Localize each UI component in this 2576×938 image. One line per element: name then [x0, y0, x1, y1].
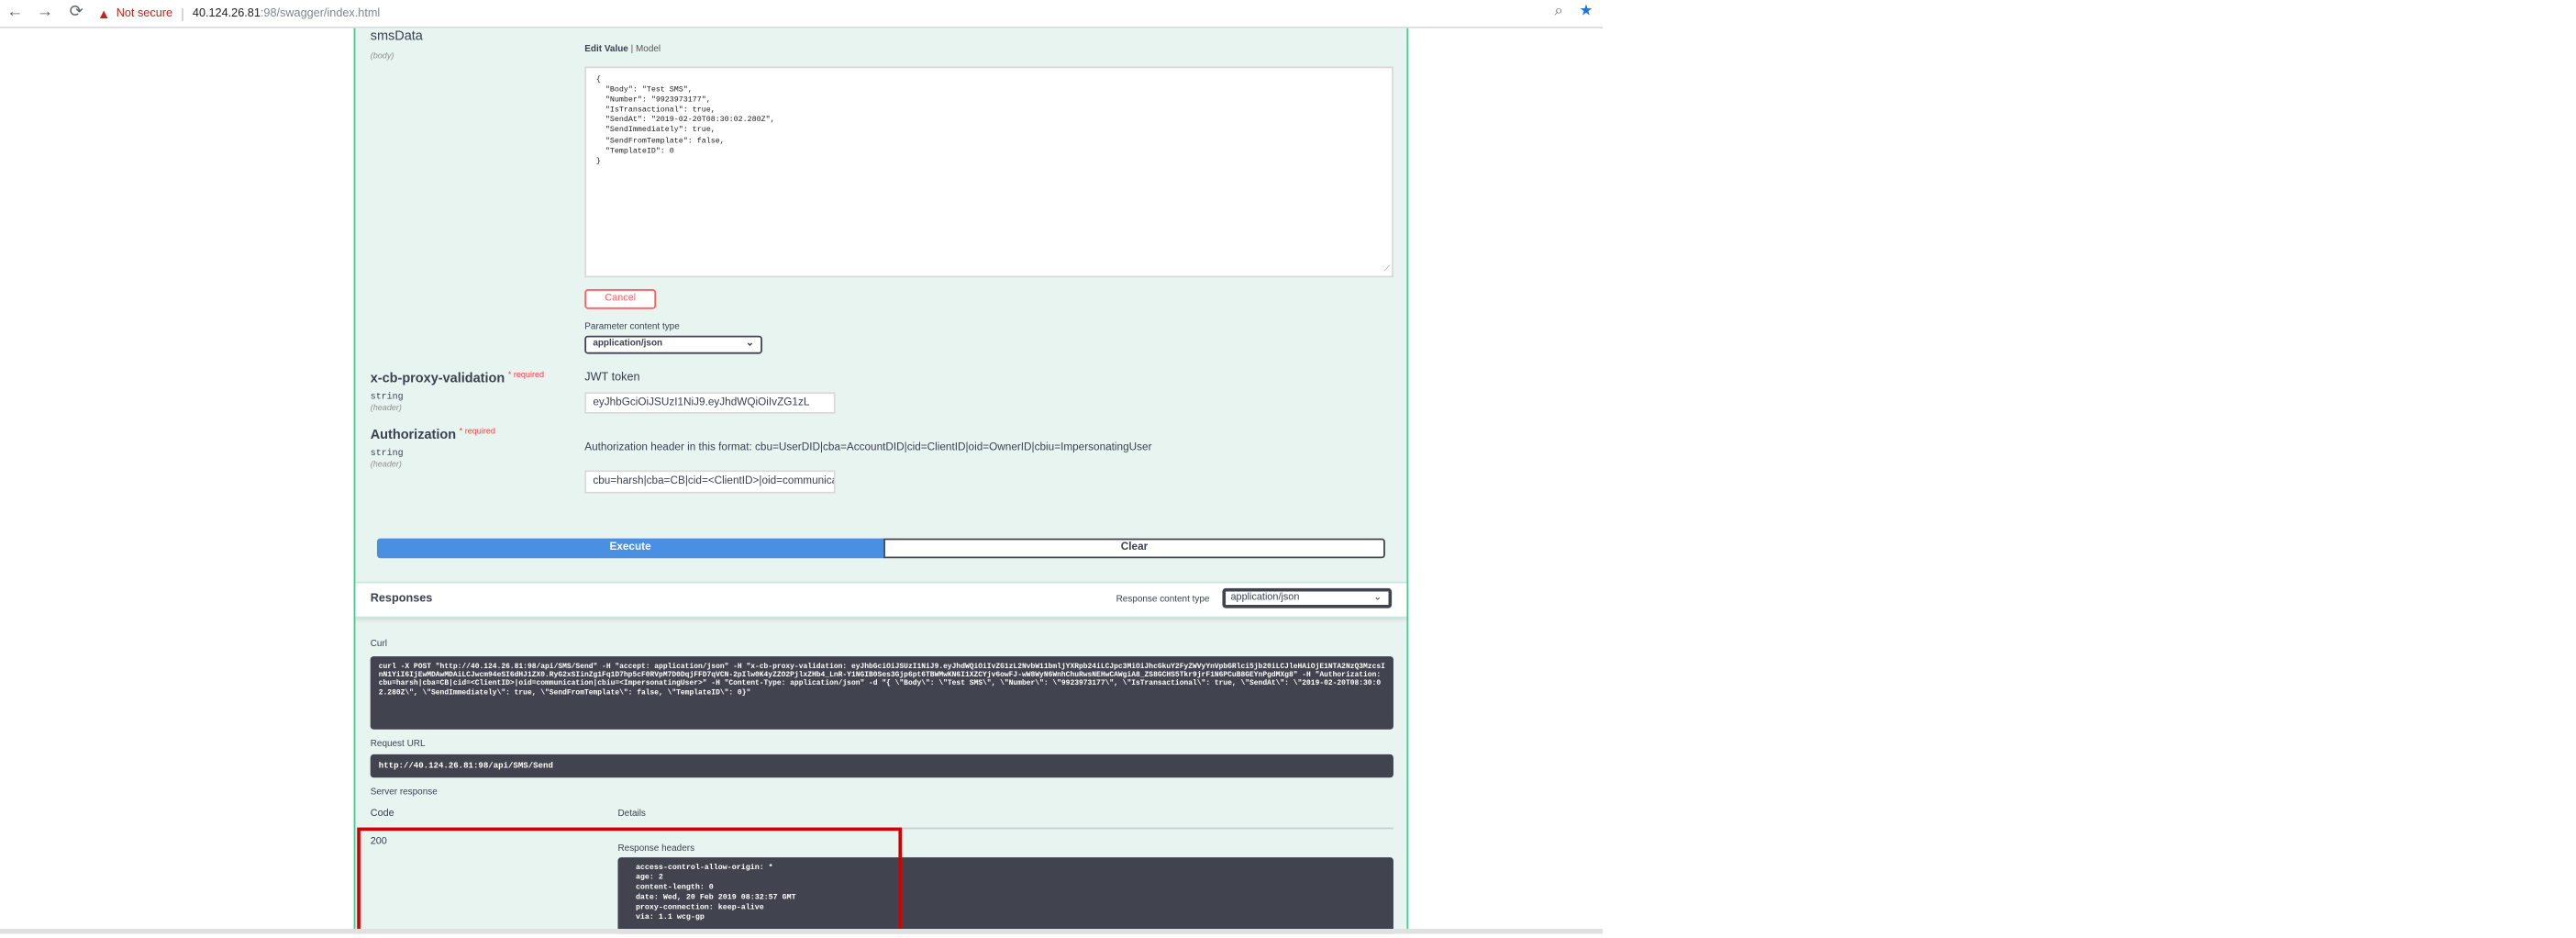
param-content-type-label: Parameter content type [584, 322, 680, 333]
curl-command-block[interactable]: curl -X POST "http://40.124.26.81:98/api… [370, 656, 1393, 730]
address-separator: | [181, 6, 184, 22]
not-secure-label[interactable]: Not secure [117, 8, 172, 20]
param-content-type-value: application/json [593, 339, 663, 350]
resize-handle-icon[interactable]: ⟋ [1384, 264, 1390, 274]
body-line: "Number": "9923973177", [595, 96, 711, 106]
param-content-type-select[interactable]: application/json ⌄ [584, 335, 762, 354]
body-line: "SendImmediately": true, [595, 127, 716, 136]
clear-button[interactable]: Clear [883, 538, 1385, 559]
edit-value-tab[interactable]: Edit Value [584, 45, 628, 55]
execute-button[interactable]: Execute [376, 538, 884, 559]
chevron-down-icon: ⌄ [745, 339, 754, 350]
request-body-textarea[interactable]: { "Body": "Test SMS", "Number": "9923973… [584, 66, 1393, 278]
response-content-type-select[interactable]: application/json ⌄ [1222, 587, 1393, 609]
request-url-label: Request URL [370, 739, 426, 750]
body-line: "Body": "Test SMS", [595, 86, 693, 95]
zoom-icon[interactable]: ⌕ [1554, 2, 1562, 20]
forward-icon[interactable]: → [35, 4, 55, 24]
curl-label: Curl [370, 640, 387, 650]
param-name-authorization: Authorization * required [371, 427, 495, 441]
body-line: { [595, 76, 601, 85]
param-auth-label: Authorization [370, 427, 457, 442]
param-in-body: (body) [370, 51, 394, 61]
chevron-down-icon: ⌄ [1373, 593, 1382, 604]
bottom-scrollbar[interactable] [0, 929, 1604, 934]
address-bar[interactable]: ▲ Not secure | 40.124.26.81:98/swagger/i… [96, 4, 1599, 26]
reload-icon[interactable]: ⟳ [66, 4, 86, 24]
param-type-auth: string [370, 446, 404, 459]
warning-triangle-icon[interactable]: ▲ [96, 6, 111, 21]
param-name-smsdata: smsData [370, 28, 423, 44]
browser-window: ← → ⟳ ▲ Not secure | 40.124.26.81:98/swa… [0, 0, 1604, 934]
responses-header: Responses Response content type applicat… [355, 581, 1407, 619]
param-in-auth: (header) [370, 460, 402, 471]
jwt-token-input[interactable]: eyJhbGciOiJSUzI1NiJ9.eyJhdWQiOiIvZG1zL [584, 392, 836, 414]
required-marker: * required [507, 370, 545, 381]
url-host[interactable]: 40.124.26.81 [193, 8, 261, 20]
server-response-label: Server response [370, 787, 438, 798]
details-column-header: Details [617, 809, 646, 820]
authorization-input[interactable]: cbu=harsh|cba=CB|cid=<ClientID>|oid=comm… [584, 470, 836, 494]
responses-title: Responses [370, 593, 433, 605]
body-line: "SendFromTemplate": false, [595, 137, 725, 146]
page: ← → ⟳ ▲ Not secure | 40.124.26.81:98/swa… [0, 0, 2559, 934]
response-content-type-label: Response content type [1116, 595, 1210, 605]
operation-block: smsData (body) Edit Value | Model { "Bod… [353, 28, 1409, 934]
code-column-header: Code [370, 809, 394, 820]
required-marker: * required [459, 427, 495, 438]
jwt-token-label: JWT token [584, 372, 640, 385]
edit-value-tabs: Edit Value | Model [584, 45, 661, 55]
param-type-proxy: string [370, 390, 404, 403]
bookmark-star-icon[interactable]: ★ [1580, 2, 1593, 20]
url-path[interactable]: :98/swagger/index.html [261, 8, 380, 20]
request-url-block[interactable]: http://40.124.26.81:98/api/SMS/Send [370, 754, 1393, 778]
body-line: "TemplateID": 0 [595, 147, 674, 156]
cancel-button[interactable]: Cancel [584, 289, 657, 309]
back-icon[interactable]: ← [5, 4, 25, 24]
response-content-type-value: application/json [1230, 593, 1300, 604]
body-line: } [595, 157, 601, 166]
highlight-box [357, 827, 903, 934]
model-tab[interactable]: | Model [631, 45, 661, 55]
param-name-proxy: x-cb-proxy-validation * required [371, 371, 544, 385]
param-proxy-label: x-cb-proxy-validation [370, 370, 505, 386]
browser-toolbar: ← → ⟳ ▲ Not secure | 40.124.26.81:98/swa… [0, 0, 1604, 28]
authorization-description: Authorization header in this format: cbu… [584, 441, 1152, 454]
param-in-proxy: (header) [370, 403, 402, 414]
